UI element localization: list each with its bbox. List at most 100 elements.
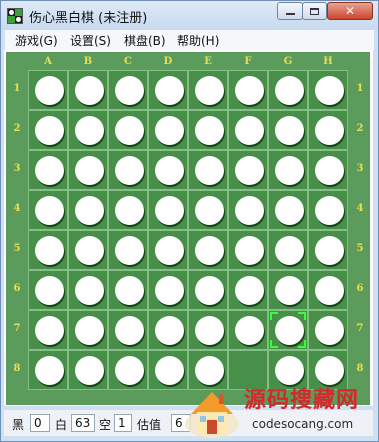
board-cell-e3[interactable] xyxy=(188,150,228,190)
board-cell-f4[interactable] xyxy=(228,190,268,230)
board-cell-d5[interactable] xyxy=(148,230,188,270)
board-cell-d1[interactable] xyxy=(148,70,188,110)
board-cell-e2[interactable] xyxy=(188,110,228,150)
board-cell-a4[interactable] xyxy=(28,190,68,230)
board-cell-a5[interactable] xyxy=(28,230,68,270)
white-disc xyxy=(235,276,264,305)
board-cell-e5[interactable] xyxy=(188,230,228,270)
board-cell-d7[interactable] xyxy=(148,310,188,350)
white-disc xyxy=(195,76,224,105)
white-disc xyxy=(195,316,224,345)
board-cell-h7[interactable] xyxy=(308,310,348,350)
board-cell-g5[interactable] xyxy=(268,230,308,270)
black-label: 黑 xyxy=(12,418,25,432)
white-disc xyxy=(35,236,64,265)
board-cell-f7[interactable] xyxy=(228,310,268,350)
column-label-f: F xyxy=(244,56,252,67)
board-cell-e7[interactable] xyxy=(188,310,228,350)
board-cell-g7[interactable] xyxy=(268,310,308,350)
board-cell-d6[interactable] xyxy=(148,270,188,310)
white-disc xyxy=(115,356,144,385)
board-cell-b5[interactable] xyxy=(68,230,108,270)
board-cell-h4[interactable] xyxy=(308,190,348,230)
board-cell-c4[interactable] xyxy=(108,190,148,230)
board-cell-d4[interactable] xyxy=(148,190,188,230)
board-cell-c3[interactable] xyxy=(108,150,148,190)
white-disc xyxy=(315,316,344,345)
board-cell-h3[interactable] xyxy=(308,150,348,190)
white-disc xyxy=(75,156,104,185)
board-cell-b7[interactable] xyxy=(68,310,108,350)
white-disc xyxy=(275,236,304,265)
white-disc xyxy=(115,316,144,345)
board-cell-e4[interactable] xyxy=(188,190,228,230)
cursor-corner-icon xyxy=(270,340,278,348)
board-cell-f6[interactable] xyxy=(228,270,268,310)
board-cell-f5[interactable] xyxy=(228,230,268,270)
white-disc xyxy=(275,116,304,145)
board-cell-e1[interactable] xyxy=(188,70,228,110)
board-cell-a2[interactable] xyxy=(28,110,68,150)
white-disc xyxy=(115,236,144,265)
board-cell-c7[interactable] xyxy=(108,310,148,350)
minimize-icon xyxy=(285,13,295,15)
title-bar[interactable]: 伤心黑白棋 (未注册) ✕ xyxy=(1,1,378,30)
eval-label: 估值 xyxy=(137,418,162,432)
board-cell-f3[interactable] xyxy=(228,150,268,190)
board-cell-b3[interactable] xyxy=(68,150,108,190)
board-cell-g3[interactable] xyxy=(268,150,308,190)
board-cell-b1[interactable] xyxy=(68,70,108,110)
board-cell-h2[interactable] xyxy=(308,110,348,150)
board-cell-e6[interactable] xyxy=(188,270,228,310)
menu-help[interactable]: 帮助(H) xyxy=(177,32,219,49)
white-disc xyxy=(275,276,304,305)
white-disc xyxy=(315,196,344,225)
board-cell-a8[interactable] xyxy=(28,350,68,390)
menu-settings[interactable]: 设置(S) xyxy=(70,32,111,49)
board-cell-b6[interactable] xyxy=(68,270,108,310)
board-cell-a1[interactable] xyxy=(28,70,68,110)
white-disc xyxy=(75,236,104,265)
column-label-d: D xyxy=(163,56,173,67)
white-disc xyxy=(155,196,184,225)
board-cell-f1[interactable] xyxy=(228,70,268,110)
board-cell-g1[interactable] xyxy=(268,70,308,110)
board-cell-d3[interactable] xyxy=(148,150,188,190)
white-disc xyxy=(35,76,64,105)
board-cell-f2[interactable] xyxy=(228,110,268,150)
board-cell-c6[interactable] xyxy=(108,270,148,310)
board-cell-b2[interactable] xyxy=(68,110,108,150)
row-label-7-left: 7 xyxy=(13,323,21,334)
white-disc xyxy=(315,116,344,145)
menu-game[interactable]: 游戏(G) xyxy=(15,32,58,49)
white-disc xyxy=(75,356,104,385)
minimize-button[interactable] xyxy=(277,2,303,20)
board-cell-a3[interactable] xyxy=(28,150,68,190)
board-grid[interactable] xyxy=(28,70,348,390)
board-cell-g4[interactable] xyxy=(268,190,308,230)
board-cell-d2[interactable] xyxy=(148,110,188,150)
menu-board[interactable]: 棋盘(B) xyxy=(124,32,166,49)
board-cell-b4[interactable] xyxy=(68,190,108,230)
board-cell-h6[interactable] xyxy=(308,270,348,310)
board-cell-a6[interactable] xyxy=(28,270,68,310)
maximize-button[interactable] xyxy=(302,2,327,20)
black-count: 0 xyxy=(30,414,50,432)
board-cell-h1[interactable] xyxy=(308,70,348,110)
board-cell-b8[interactable] xyxy=(68,350,108,390)
board-cell-c5[interactable] xyxy=(108,230,148,270)
white-disc xyxy=(155,316,184,345)
board-cell-a7[interactable] xyxy=(28,310,68,350)
app-icon[interactable] xyxy=(7,8,23,24)
white-disc xyxy=(275,196,304,225)
board-cell-g6[interactable] xyxy=(268,270,308,310)
board-cell-h5[interactable] xyxy=(308,230,348,270)
board-cell-c8[interactable] xyxy=(108,350,148,390)
white-disc xyxy=(195,196,224,225)
white-disc xyxy=(35,356,64,385)
board-cell-g2[interactable] xyxy=(268,110,308,150)
board-cell-c2[interactable] xyxy=(108,110,148,150)
white-disc xyxy=(75,76,104,105)
close-button[interactable]: ✕ xyxy=(327,2,373,20)
board-cell-c1[interactable] xyxy=(108,70,148,110)
